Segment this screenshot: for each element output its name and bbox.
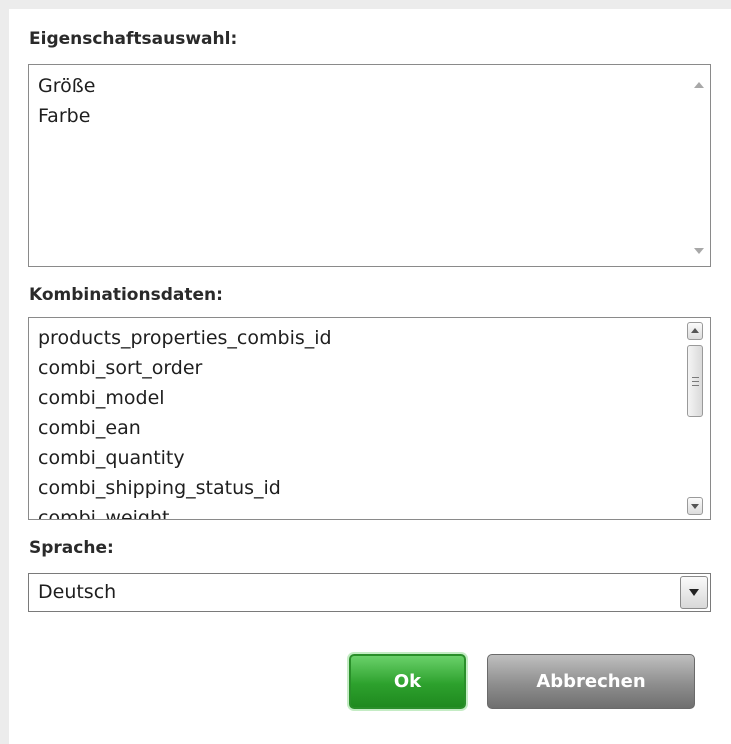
property-selection-items: Größe Farbe: [38, 71, 95, 131]
grip-line: [692, 377, 699, 378]
combination-data-label: Kombinationsdaten:: [29, 285, 223, 305]
chevron-down-icon: [691, 504, 699, 509]
list-item[interactable]: products_properties_combis_id: [38, 323, 332, 353]
list-item[interactable]: combi_model: [38, 383, 332, 413]
dropdown-button[interactable]: [680, 576, 708, 609]
list-item[interactable]: Farbe: [38, 101, 95, 131]
chevron-up-icon: [691, 328, 699, 333]
list-item[interactable]: combi_weight: [38, 503, 332, 519]
chevron-down-icon: [689, 589, 699, 596]
scroll-down-icon[interactable]: [694, 248, 704, 254]
property-selection-scrollbar[interactable]: [688, 65, 710, 266]
combination-data-listbox[interactable]: products_properties_combis_id combi_sort…: [28, 317, 711, 520]
language-select[interactable]: Deutsch: [28, 573, 711, 612]
grip-line: [692, 385, 699, 386]
cancel-button[interactable]: Abbrechen: [487, 654, 695, 709]
list-item[interactable]: combi_quantity: [38, 443, 332, 473]
list-item[interactable]: combi_ean: [38, 413, 332, 443]
ok-button[interactable]: Ok: [349, 654, 466, 709]
list-item[interactable]: combi_sort_order: [38, 353, 332, 383]
combination-data-scrollbar[interactable]: [684, 318, 710, 519]
combination-data-items: products_properties_combis_id combi_sort…: [38, 323, 332, 519]
scroll-thumb[interactable]: [687, 345, 703, 417]
property-selection-label: Eigenschaftsauswahl:: [29, 29, 238, 49]
list-item[interactable]: combi_shipping_status_id: [38, 473, 332, 503]
language-selected-value: Deutsch: [38, 581, 117, 603]
dialog-top-border: [0, 0, 731, 9]
dialog-left-border: [0, 0, 9, 744]
language-label: Sprache:: [29, 538, 114, 558]
scroll-up-icon[interactable]: [694, 82, 704, 88]
scroll-up-button[interactable]: [687, 322, 703, 340]
grip-line: [692, 381, 699, 382]
list-item[interactable]: Größe: [38, 71, 95, 101]
scroll-down-button[interactable]: [687, 497, 703, 515]
property-selection-listbox[interactable]: Größe Farbe: [28, 64, 711, 267]
